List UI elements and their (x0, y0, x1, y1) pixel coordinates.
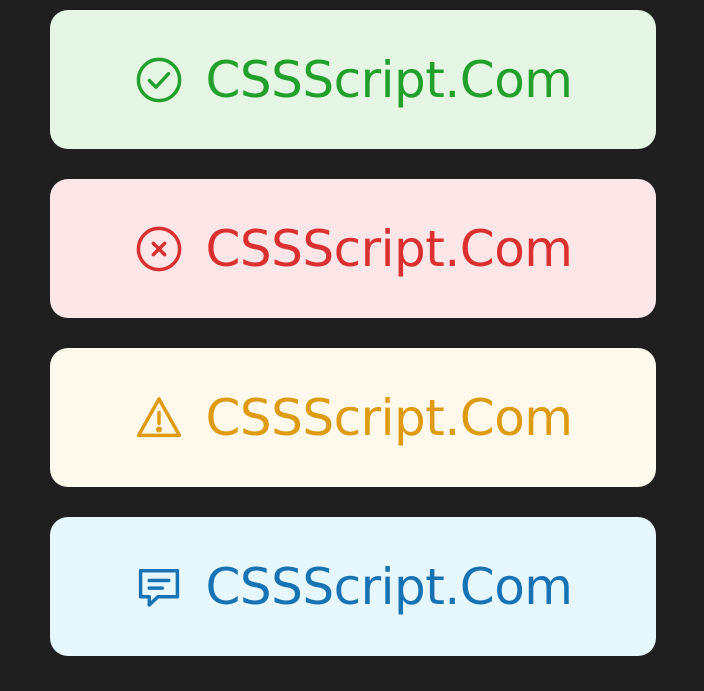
alert-stack: CSSScript.Com CSSScript.Com CSSScript.Co… (50, 10, 656, 656)
check-circle-icon (133, 54, 185, 106)
alert-info-text: CSSScript.Com (205, 557, 573, 616)
alert-error-text: CSSScript.Com (205, 219, 573, 278)
message-icon (133, 561, 185, 613)
alert-error: CSSScript.Com (50, 179, 656, 318)
alert-warning: CSSScript.Com (50, 348, 656, 487)
x-circle-icon (133, 223, 185, 275)
alert-success-text: CSSScript.Com (205, 50, 573, 109)
alert-info: CSSScript.Com (50, 517, 656, 656)
alert-warning-text: CSSScript.Com (205, 388, 573, 447)
alert-success: CSSScript.Com (50, 10, 656, 149)
warning-triangle-icon (133, 392, 185, 444)
